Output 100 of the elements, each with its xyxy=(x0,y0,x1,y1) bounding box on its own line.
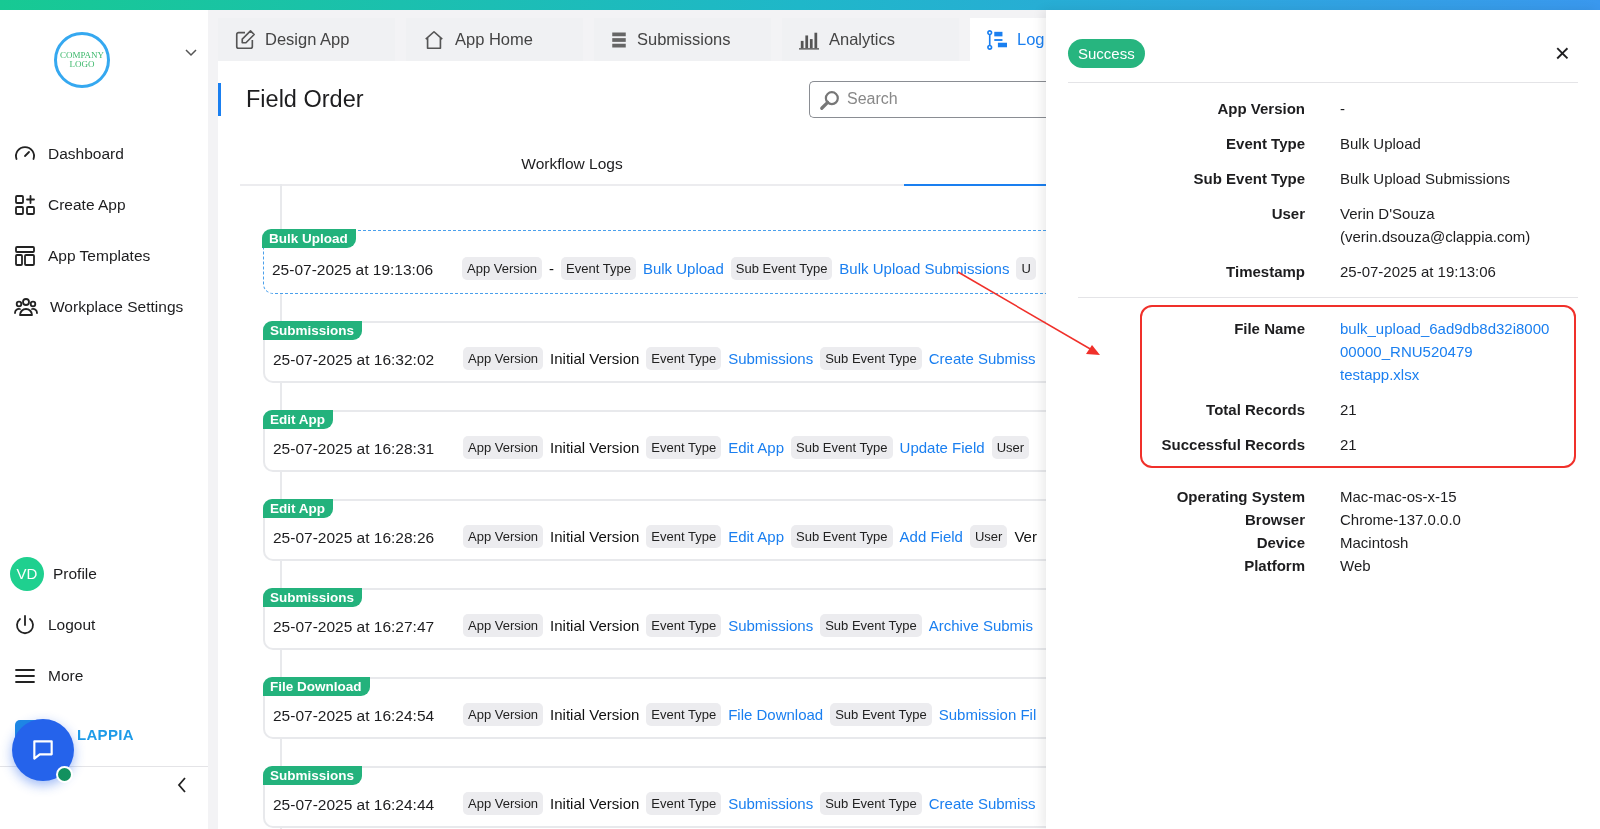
field-link[interactable]: Archive Submis xyxy=(928,616,1033,634)
profile-item[interactable]: VD Profile xyxy=(10,559,208,588)
timestamp: 25-07-2025 at 16:27:47 xyxy=(273,617,436,636)
field-tag: Sub Event Type xyxy=(820,346,922,370)
field-value: Initial Version xyxy=(550,794,640,812)
field-tag: Event Type xyxy=(646,702,722,726)
file-link[interactable]: bulk_upload_6ad9db8d32i8000 00000_RNU520479 testapp.xlsx xyxy=(1340,317,1574,386)
nav-label: App Templates xyxy=(48,246,151,265)
field-tag: App Version xyxy=(463,702,544,726)
field-tag: Sub Event Type xyxy=(791,435,893,459)
field-link[interactable]: Submissions xyxy=(728,349,814,367)
field-tag: App Version xyxy=(462,256,543,280)
field-link[interactable]: Bulk Upload Submissions xyxy=(839,259,1010,277)
field-tag: App Version xyxy=(463,613,544,637)
field-link[interactable]: Edit App xyxy=(728,527,785,545)
nav-label: Profile xyxy=(53,564,97,583)
power-icon xyxy=(13,612,37,637)
event-badge: Bulk Upload xyxy=(262,229,356,248)
title-accent-bar xyxy=(218,82,221,116)
field-label: Operating System xyxy=(1175,487,1305,507)
log-entry-card[interactable]: File Download 25-07-2025 at 16:24:54 App Version Initial Version Event Type File Download Sub Event Type Submission Fil xyxy=(263,677,1046,739)
brand-name: LAPPIA xyxy=(77,725,134,743)
sub-tab[interactable]: Workflow Logs xyxy=(240,143,904,186)
field-value: Mac-mac-os-x-15 xyxy=(1340,487,1458,507)
log-entry-card[interactable]: Submissions 25-07-2025 at 16:24:44 App Version Initial Version Event Type Submissions Sub Event Type Create Submiss xyxy=(263,766,1046,828)
event-badge: Edit App xyxy=(263,499,333,518)
nav-label: Create App xyxy=(48,195,126,214)
field-value: - xyxy=(1340,99,1346,119)
log-entry-card[interactable]: Submissions 25-07-2025 at 16:32:02 App Version Initial Version Event Type Submissions Sub Event Type Create Submiss xyxy=(263,321,1046,383)
field-tag: Sub Event Type xyxy=(820,791,922,815)
field-label: User xyxy=(1270,204,1305,224)
timestamp: 25-07-2025 at 16:28:31 xyxy=(273,439,436,458)
log-entry-card[interactable]: Submissions 25-07-2025 at 16:27:47 App Version Initial Version Event Type Submissions Sub Event Type Archive Submis xyxy=(263,588,1046,650)
field-value: 25-07-2025 at 19:13:06 xyxy=(1340,262,1497,282)
nav-label: Workplace Settings xyxy=(50,297,184,316)
field-link[interactable]: Submission Fil xyxy=(938,705,1037,723)
field-label: Device xyxy=(1255,533,1305,553)
field-label: Event Type xyxy=(1225,134,1305,154)
event-badge: Submissions xyxy=(263,588,363,607)
nav-item[interactable]: Dashboard xyxy=(13,139,208,168)
nav-item[interactable]: Workplace Settings xyxy=(13,292,208,321)
search-icon xyxy=(819,88,841,111)
log-entry-card[interactable]: Edit App 25-07-2025 at 16:28:26 App Version Initial Version Event Type Edit App Sub Event Type Add Field User Ver xyxy=(263,499,1046,561)
nav-item[interactable]: Logout xyxy=(13,610,208,639)
flow-icon xyxy=(986,29,1008,50)
field-label: File Name xyxy=(1233,319,1305,339)
field-tag: User xyxy=(991,435,1030,459)
nav-item[interactable]: App Templates xyxy=(13,241,208,270)
field-tag: User xyxy=(969,524,1008,548)
timestamp: 25-07-2025 at 19:13:06 xyxy=(272,260,435,279)
event-badge: Submissions xyxy=(263,321,363,340)
page-title: Field Order xyxy=(246,85,364,113)
field-link[interactable]: Submissions xyxy=(728,794,814,812)
timestamp: 25-07-2025 at 16:24:44 xyxy=(273,795,436,814)
field-tag: Sub Event Type xyxy=(791,524,893,548)
avatar: VD xyxy=(10,556,44,591)
field-tag: Sub Event Type xyxy=(730,256,833,280)
log-entry-card[interactable]: Edit App 25-07-2025 at 16:28:31 App Version Initial Version Event Type Edit App Sub Event Type Update Field User xyxy=(263,410,1046,472)
field-value: Bulk Upload xyxy=(1340,134,1422,154)
field-value: Initial Version xyxy=(550,349,640,367)
field-value: Web xyxy=(1340,556,1372,576)
field-label: Successful Records xyxy=(1160,435,1305,455)
nav-label: More xyxy=(48,666,84,685)
log-entry-card[interactable]: Bulk Upload 25-07-2025 at 19:13:06 App Version - Event Type Bulk Upload Sub Event Type Bulk Upload Submissions U xyxy=(263,230,1046,294)
nav-item[interactable]: More xyxy=(13,661,208,690)
field-label: Timestamp xyxy=(1225,262,1305,282)
event-badge: Edit App xyxy=(263,410,333,429)
field-link[interactable]: Bulk Upload xyxy=(642,259,724,277)
layout-icon xyxy=(13,243,37,268)
field-link[interactable]: Create Submiss xyxy=(928,349,1036,367)
field-link[interactable]: Update Field xyxy=(899,438,985,456)
field-tag: Event Type xyxy=(646,791,722,815)
field-value: Chrome-137.0.0.0 xyxy=(1340,510,1462,530)
field-link[interactable]: Edit App xyxy=(728,438,785,456)
field-tag: Event Type xyxy=(646,435,722,459)
field-value: Macintosh xyxy=(1340,533,1410,553)
field-link[interactable]: Submissions xyxy=(728,616,814,634)
edit-icon xyxy=(234,28,256,51)
chevron-down-icon xyxy=(184,48,198,58)
field-tag: App Version xyxy=(463,791,544,815)
field-link[interactable]: Add Field xyxy=(899,527,963,545)
nav-item[interactable]: Create App xyxy=(13,190,208,219)
field-link[interactable]: Create Submiss xyxy=(928,794,1036,812)
field-tag: App Version xyxy=(463,524,544,548)
field-value: Initial Version xyxy=(550,616,640,634)
field-tag: App Version xyxy=(463,435,544,459)
nav-label: Dashboard xyxy=(48,144,124,163)
close-button[interactable]: × xyxy=(1554,40,1570,66)
grid-plus-icon xyxy=(13,192,37,217)
status-badge: Success xyxy=(1068,38,1145,68)
field-link[interactable]: File Download xyxy=(728,705,824,723)
field-tag: Sub Event Type xyxy=(830,702,932,726)
stack-icon xyxy=(610,30,628,49)
chevron-left-icon xyxy=(177,776,187,794)
search-field[interactable]: Search xyxy=(809,80,1046,118)
timestamp: 25-07-2025 at 16:28:26 xyxy=(273,528,436,547)
field-tag: Event Type xyxy=(646,524,722,548)
tab[interactable]: Log xyxy=(970,18,1046,61)
field-value: Bulk Upload Submissions xyxy=(1340,169,1512,189)
field-value: - xyxy=(549,259,555,277)
